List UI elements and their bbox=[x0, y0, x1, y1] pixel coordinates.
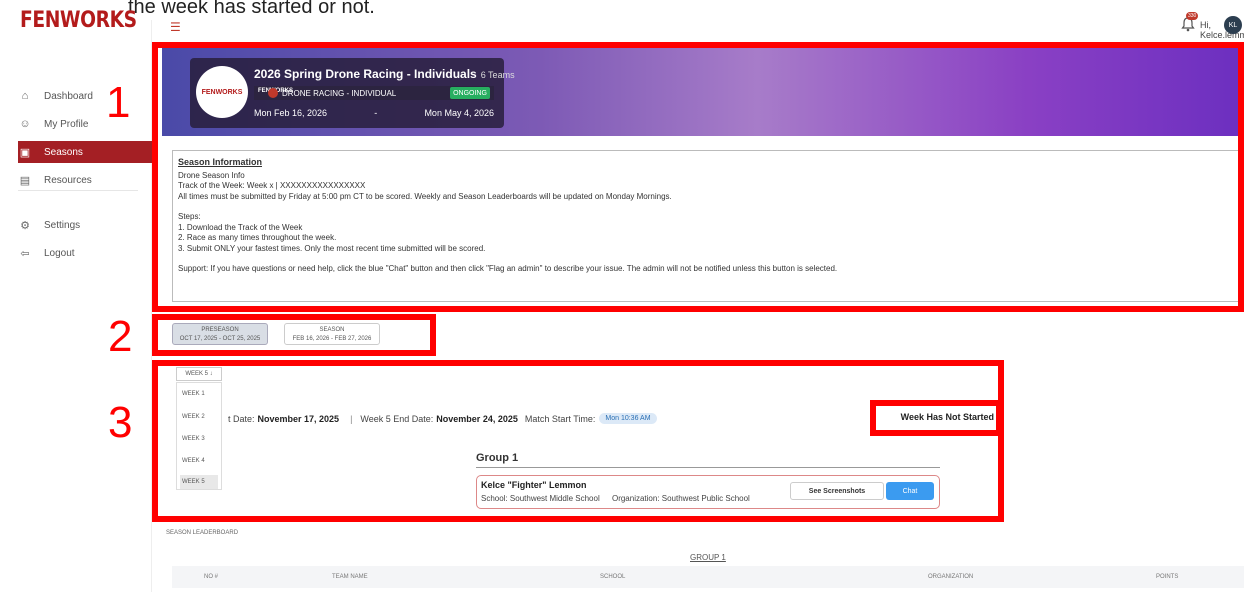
week-option-2[interactable]: WEEK 2 bbox=[180, 410, 218, 424]
match-start-label: Match Start Time: bbox=[524, 413, 596, 424]
user-icon: ☺ bbox=[19, 118, 31, 130]
sidebar-item-settings[interactable]: ⚙ Settings bbox=[18, 214, 152, 236]
app-root: the week has started or not. FENWORKS ⌂ … bbox=[0, 0, 1244, 592]
category-icon bbox=[268, 88, 278, 98]
info-line: Track of the Week: Week x | XXXXXXXXXXXX… bbox=[178, 181, 366, 190]
team-meta: School: Southwest Middle School Organiza… bbox=[481, 494, 750, 503]
season-title: 2026 Spring Drone Racing - Individuals 6 … bbox=[254, 67, 515, 81]
sidebar-item-label: Logout bbox=[44, 247, 75, 259]
week-option-5[interactable]: WEEK 5 bbox=[180, 475, 218, 489]
tab-dates: OCT 17, 2025 - OCT 25, 2025 bbox=[179, 336, 261, 342]
annotation-number-1: 1 bbox=[106, 78, 131, 127]
see-screenshots-button[interactable]: See Screenshots bbox=[790, 482, 884, 500]
tab-name: PRESEASON bbox=[201, 327, 239, 333]
sidebar-item-resources[interactable]: ▤ Resources bbox=[18, 169, 152, 191]
sidebar-item-label: Seasons bbox=[44, 146, 83, 158]
divider: | bbox=[350, 413, 353, 424]
season-end-date: Mon May 4, 2026 bbox=[424, 108, 494, 118]
annotation-number-2: 2 bbox=[108, 312, 133, 361]
app-logo[interactable]: FENWORKS bbox=[18, 4, 152, 36]
logo-text: FENWORKS bbox=[20, 7, 137, 33]
sidebar-item-label: My Profile bbox=[44, 118, 89, 130]
team-name: Kelce "Fighter" Lemmon bbox=[481, 480, 587, 490]
sidebar-item-label: Settings bbox=[44, 219, 81, 231]
chat-button[interactable]: Chat bbox=[886, 482, 934, 500]
tab-season[interactable]: SEASON FEB 16, 2026 - FEB 27, 2026 bbox=[284, 323, 380, 345]
season-category: DRONE RACING - INDIVIDUAL bbox=[282, 89, 397, 98]
season-info-heading: Season Information bbox=[178, 157, 263, 167]
home-icon: ⌂ bbox=[21, 90, 29, 102]
week-dropdown[interactable]: WEEK 5 ↓ bbox=[176, 367, 222, 381]
team-count: 6 Teams bbox=[480, 70, 515, 80]
season-info-panel: Season Information Drone Season Info Tra… bbox=[172, 150, 1242, 302]
week-status: Week Has Not Started bbox=[900, 412, 994, 422]
avatar[interactable]: KL bbox=[1224, 16, 1242, 34]
caption-text: the week has started or not. bbox=[128, 0, 375, 18]
sidebar-item-seasons[interactable]: ▣ Seasons bbox=[18, 141, 152, 163]
info-line: Drone Season Info bbox=[178, 170, 245, 180]
support-text: Support: If you have questions or need h… bbox=[178, 264, 838, 273]
notification-badge: 330 bbox=[1186, 12, 1199, 20]
tab-dates: FEB 16, 2026 - FEB 27, 2026 bbox=[292, 336, 372, 342]
seasons-icon: ▣ bbox=[19, 146, 31, 159]
season-start-date: Mon Feb 16, 2026 bbox=[254, 108, 328, 118]
annotation-number-3: 3 bbox=[108, 398, 133, 447]
gear-icon: ⚙ bbox=[20, 219, 30, 232]
end-date-prefix: Week 5 End Date: bbox=[360, 413, 434, 424]
match-start-time: Mon 10:36 AM bbox=[599, 413, 657, 424]
column-header: NO # bbox=[204, 574, 219, 580]
week-start-date: November 17, 2025 bbox=[257, 413, 340, 424]
week-option-3[interactable]: WEEK 3 bbox=[180, 432, 218, 446]
sidebar-item-logout[interactable]: ⇦ Logout bbox=[18, 242, 152, 264]
sidebar-item-label: Dashboard bbox=[44, 90, 93, 102]
group-divider bbox=[476, 467, 940, 468]
season-title-text: 2026 Spring Drone Racing - Individuals bbox=[254, 67, 477, 81]
date-separator: - bbox=[374, 108, 378, 118]
sidebar-item-my-profile[interactable]: ☺ My Profile bbox=[18, 113, 152, 135]
week-option-1[interactable]: WEEK 1 bbox=[180, 387, 218, 401]
group-title: Group 1 bbox=[476, 452, 519, 464]
tab-preseason[interactable]: PRESEASON OCT 17, 2025 - OCT 25, 2025 bbox=[172, 323, 268, 345]
step-item: 3. Submit ONLY your fastest times. Only … bbox=[178, 243, 486, 253]
steps-label: Steps: bbox=[178, 212, 201, 221]
info-line: All times must be submitted by Friday at… bbox=[178, 191, 672, 201]
column-header: POINTS bbox=[1156, 574, 1179, 580]
document-icon: ▤ bbox=[19, 174, 31, 187]
status-badge: ONGOING bbox=[450, 87, 490, 99]
week-option-4[interactable]: WEEK 4 bbox=[180, 454, 218, 468]
column-header: ORGANIZATION bbox=[928, 574, 974, 580]
week-dates: t Date: November 17, 2025 | Week 5 End D… bbox=[228, 413, 657, 424]
team-school: School: Southwest Middle School bbox=[481, 494, 600, 503]
season-dates: Mon Feb 16, 2026 - Mon May 4, 2026 bbox=[254, 108, 494, 118]
week-end-date: November 24, 2025 bbox=[436, 413, 518, 424]
column-header: SCHOOL bbox=[600, 574, 626, 580]
season-logo: FENWORKS bbox=[196, 66, 248, 118]
step-item: 1. Download the Track of the Week bbox=[178, 222, 303, 232]
sidebar-item-label: Resources bbox=[44, 174, 92, 186]
sidebar-item-dashboard[interactable]: ⌂ Dashboard bbox=[18, 85, 152, 107]
column-header: TEAM NAME bbox=[332, 574, 368, 580]
leaderboard-title: SEASON LEADERBOARD bbox=[166, 530, 239, 536]
sidebar-divider bbox=[18, 190, 138, 191]
step-item: 2. Race as many times throughout the wee… bbox=[178, 233, 337, 242]
menu-toggle-icon[interactable]: ☰ bbox=[170, 20, 181, 34]
team-organization: Organization: Southwest Public School bbox=[611, 494, 750, 503]
logout-icon: ⇦ bbox=[20, 247, 30, 260]
tab-name: SEASON bbox=[319, 327, 345, 333]
leaderboard-group-tab[interactable]: GROUP 1 bbox=[690, 553, 726, 562]
start-date-prefix: t Date: bbox=[228, 413, 255, 424]
